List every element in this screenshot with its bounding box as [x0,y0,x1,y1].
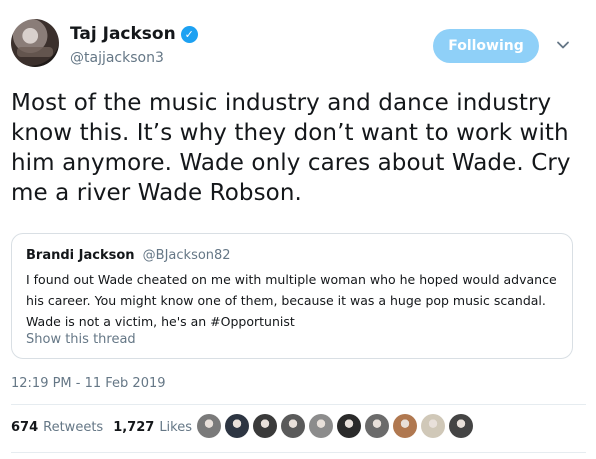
liker-avatar[interactable] [365,414,389,438]
author-handle[interactable]: @tajjackson3 [70,50,164,66]
likes-label[interactable]: Likes [159,420,192,435]
divider [11,452,586,453]
quoted-author-name: Brandi Jackson [26,248,135,263]
quoted-text: I found out Wade cheated on me with mult… [26,272,557,329]
retweets-count[interactable]: 674 [11,420,38,435]
quoted-tweet[interactable]: Brandi Jackson @BJackson82 I found out W… [11,233,573,359]
tweet-timestamp[interactable]: 12:19 PM - 11 Feb 2019 [11,376,166,391]
retweets-label[interactable]: Retweets [43,420,103,435]
liker-avatar[interactable] [421,414,445,438]
liker-avatar[interactable] [393,414,417,438]
engagement-stats: 674 Retweets 1,727 Likes [11,420,192,435]
following-button[interactable]: Following [433,29,539,63]
author-avatar[interactable] [11,19,59,67]
show-thread-link[interactable]: Show this thread [26,332,136,347]
quoted-author-handle: @BJackson82 [142,248,231,263]
avatar-detail [17,47,53,57]
tweet-text: Most of the music industry and dance ind… [11,90,571,206]
likes-count[interactable]: 1,727 [113,420,154,435]
liker-avatar[interactable] [197,414,221,438]
author-name[interactable]: Taj Jackson [70,24,176,44]
verified-check-icon: ✓ [180,25,198,43]
liker-avatar[interactable] [309,414,333,438]
chevron-down-icon[interactable] [556,38,570,52]
divider [11,404,586,405]
liker-avatar[interactable] [281,414,305,438]
liker-avatars [197,414,473,438]
liker-avatar[interactable] [449,414,473,438]
liker-avatar[interactable] [337,414,361,438]
author-name-row[interactable]: Taj Jackson ✓ [70,24,198,44]
liker-avatar[interactable] [225,414,249,438]
quoted-header: Brandi Jackson @BJackson82 [26,248,231,263]
liker-avatar[interactable] [253,414,277,438]
